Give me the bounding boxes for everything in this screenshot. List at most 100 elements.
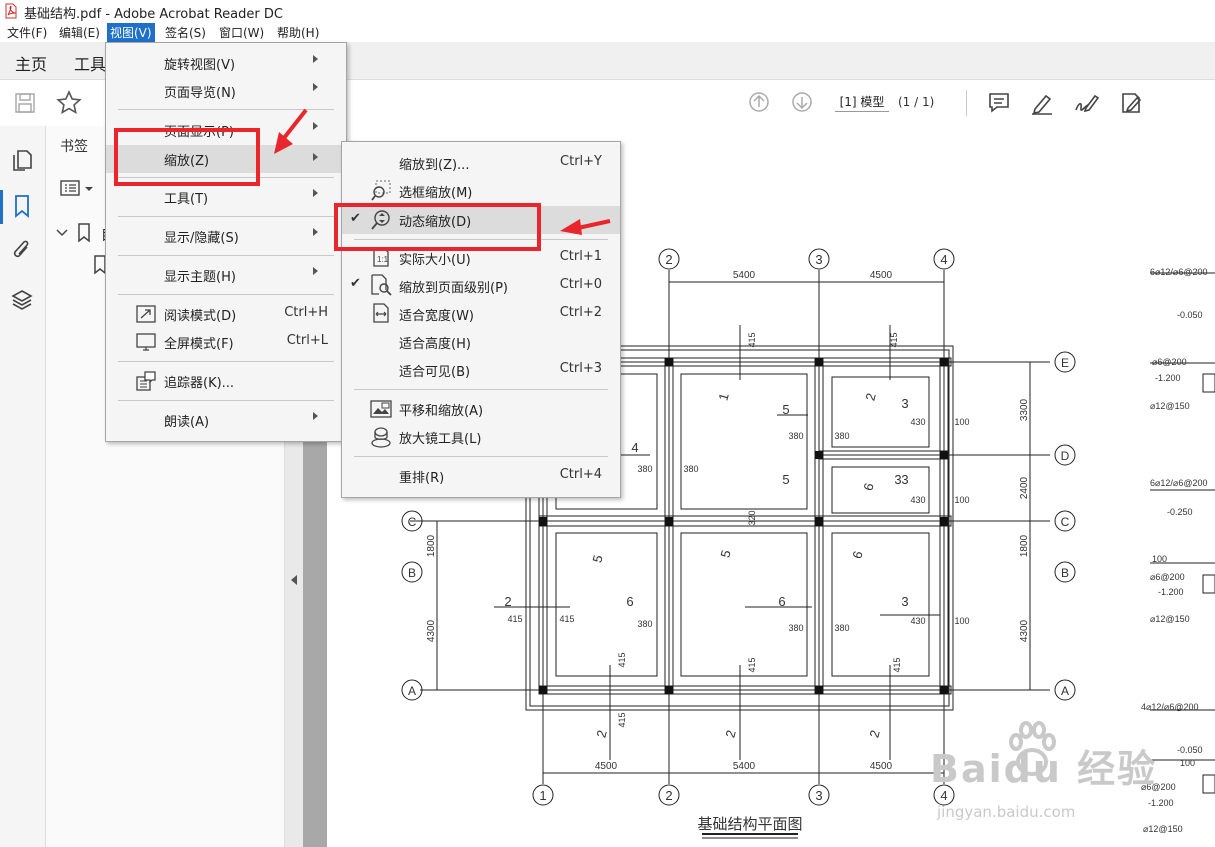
- fill-sign-icon[interactable]: [1072, 90, 1100, 116]
- next-page-icon[interactable]: [791, 91, 813, 113]
- axis-label-top: 2: [665, 252, 672, 267]
- menu-loupe-tool[interactable]: 放大镜工具(L): [342, 424, 620, 450]
- menu-fit-visible[interactable]: 适合可见(B) Ctrl+3: [342, 357, 620, 383]
- menu-display-theme[interactable]: 显示主题(H): [106, 262, 346, 288]
- small-dimension: 415: [617, 712, 627, 727]
- detail-note: 6⌀12/⌀6@200: [1150, 267, 1208, 277]
- axis-label-right: E: [1061, 356, 1069, 370]
- axis-label-bottom: 3: [815, 788, 822, 803]
- bookmark-options-icon[interactable]: [60, 180, 80, 196]
- footing-number: 2: [722, 728, 738, 739]
- menu-window[interactable]: 窗口(W): [216, 23, 267, 42]
- star-icon[interactable]: [56, 90, 82, 116]
- menu-tools[interactable]: 工具(T): [106, 184, 346, 210]
- menu-page-navigation[interactable]: 页面导览(N): [106, 78, 346, 104]
- small-dimension: 430: [910, 616, 925, 626]
- footing-number: 3: [901, 472, 908, 487]
- window-title: 基础结构.pdf - Adobe Acrobat Reader DC: [24, 7, 283, 22]
- view-menu-dropdown: 旋转视图(V) 页面导览(N) 页面显示(P) 缩放(Z) 工具(T) 显示/隐…: [105, 42, 347, 442]
- menu-separator: [354, 456, 608, 457]
- page-number-field[interactable]: [1] 模型: [835, 93, 889, 112]
- layers-icon[interactable]: [10, 288, 34, 312]
- pages-thumbnail-icon[interactable]: [11, 148, 33, 172]
- previous-page-icon[interactable]: [748, 91, 770, 113]
- marquee-zoom-icon: [371, 180, 391, 201]
- collapse-chevron-icon[interactable]: [56, 228, 68, 238]
- footing-number: 1: [715, 391, 731, 402]
- menu-file[interactable]: 文件(F): [4, 23, 50, 42]
- menu-help[interactable]: 帮助(H): [274, 23, 322, 42]
- detail-note: ⌀12@150: [1150, 401, 1190, 411]
- menu-zoom-to-page-level[interactable]: ✔ 缩放到页面级别(P) Ctrl+0: [342, 273, 620, 299]
- small-dimension: 100: [954, 616, 969, 626]
- send-signature-icon[interactable]: [1118, 90, 1146, 116]
- bookmark-icon[interactable]: [13, 194, 31, 218]
- menu-tracker[interactable]: 追踪器(K)...: [106, 368, 346, 394]
- bookmark-item-icon: [78, 223, 90, 243]
- small-dimension: 430: [910, 495, 925, 505]
- small-dimension: 380: [834, 623, 849, 633]
- loupe-icon: [371, 427, 391, 448]
- footing-number: 2: [866, 728, 882, 739]
- footing-number: 3: [894, 472, 901, 487]
- menu-fit-height[interactable]: 适合高度(H): [342, 329, 620, 355]
- footing-number: 3: [901, 594, 908, 609]
- detail-note: 4⌀12/⌀6@200: [1141, 702, 1199, 712]
- menu-read-mode[interactable]: 阅读模式(D) Ctrl+H: [106, 301, 346, 327]
- tab-tools[interactable]: 工具: [74, 51, 106, 75]
- detail-note: 100: [1152, 554, 1167, 564]
- annotation-box-zoom: [114, 128, 260, 186]
- active-indicator: [0, 190, 3, 224]
- menu-edit[interactable]: 编辑(E): [56, 23, 103, 42]
- dimension-label: 3300: [1019, 398, 1030, 421]
- menu-zoom-to[interactable]: 缩放到(Z)... Ctrl+Y: [342, 150, 620, 176]
- watermark-url: jingyan.baidu.com: [937, 803, 1076, 821]
- highlight-pen-icon[interactable]: [1029, 90, 1055, 116]
- dimension-label: 5400: [733, 270, 756, 281]
- small-dimension: 430: [910, 417, 925, 427]
- small-dimension: 380: [834, 431, 849, 441]
- footing-number: 5: [717, 548, 733, 559]
- footing-number: 4: [631, 440, 638, 455]
- footing-number: 6: [778, 594, 785, 609]
- small-dimension: 380: [788, 431, 803, 441]
- axis-label-top: 4: [940, 252, 947, 267]
- attachment-icon[interactable]: [11, 239, 33, 263]
- axis-label-right: D: [1061, 449, 1070, 463]
- detail-note: -1.200: [1158, 587, 1184, 597]
- menu-full-screen[interactable]: 全屏模式(F) Ctrl+L: [106, 329, 346, 355]
- small-dimension: 415: [747, 657, 757, 672]
- pan-zoom-icon: [370, 400, 392, 418]
- comment-icon[interactable]: [987, 91, 1011, 115]
- tab-home[interactable]: 主页: [15, 51, 47, 75]
- collapse-panel-icon[interactable]: [290, 574, 298, 586]
- annotation-arrow-icon: [560, 219, 611, 235]
- menu-fit-width[interactable]: 适合宽度(W) Ctrl+2: [342, 301, 620, 327]
- zoom-submenu: 缩放到(Z)... Ctrl+Y 选框缩放(M) ✔ 动态缩放(D) 1:1 实…: [341, 141, 621, 498]
- detail-note: ⌀12@150: [1143, 824, 1183, 834]
- small-dimension: 100: [954, 495, 969, 505]
- footing-number: 6: [626, 594, 633, 609]
- menu-separator: [118, 255, 334, 256]
- menu-pan-and-zoom[interactable]: 平移和缩放(A): [342, 396, 620, 422]
- menu-rotate-view[interactable]: 旋转视图(V): [106, 50, 346, 76]
- menu-sign[interactable]: 签名(S): [162, 23, 209, 42]
- navigation-rail: [0, 126, 46, 847]
- title-bar: 基础结构.pdf - Adobe Acrobat Reader DC: [0, 0, 1215, 23]
- menu-view[interactable]: 视图(V): [107, 23, 155, 42]
- detail-note: -0.050: [1177, 310, 1203, 320]
- menu-reflow[interactable]: 重排(R) Ctrl+4: [342, 463, 620, 489]
- footing-number: 5: [782, 402, 789, 417]
- acrobat-logo-icon: [5, 3, 17, 19]
- menu-marquee-zoom[interactable]: 选框缩放(M): [342, 178, 620, 204]
- menu-read-out-loud[interactable]: 朗读(A): [106, 407, 346, 433]
- fit-width-icon: [373, 303, 389, 323]
- menu-show-hide[interactable]: 显示/隐藏(S): [106, 223, 346, 249]
- detail-note: ⌀12@150: [1150, 614, 1190, 624]
- options-dropdown-icon[interactable]: [84, 185, 94, 193]
- small-dimension: 100: [954, 417, 969, 427]
- dimension-label: 1800: [426, 534, 437, 557]
- dimension-label: 4300: [1019, 619, 1030, 642]
- save-icon[interactable]: [14, 92, 36, 114]
- small-dimension: 320: [747, 510, 757, 525]
